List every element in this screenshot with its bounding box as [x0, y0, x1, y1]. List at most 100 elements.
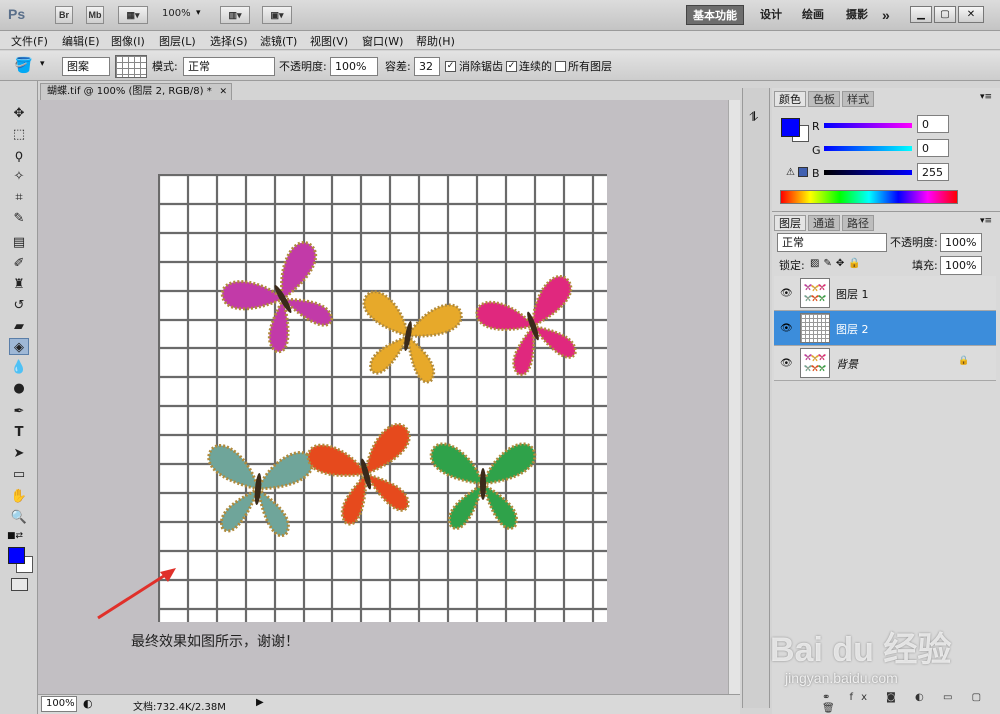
vertical-scrollbar[interactable] [728, 100, 740, 694]
crop-tool-icon[interactable]: ⌗ [9, 189, 29, 206]
marquee-tool-icon[interactable]: ⬚ [9, 126, 29, 143]
g-input[interactable]: 0 [917, 139, 949, 157]
healing-tool-icon[interactable]: ▤ [9, 234, 29, 251]
b-slider[interactable] [824, 170, 912, 175]
tab-paths[interactable]: 路径 [842, 215, 874, 231]
quick-select-tool-icon[interactable]: ✧ [9, 168, 29, 185]
menu-select[interactable]: 选择(S) [210, 33, 248, 49]
layer-opacity-input[interactable]: 100% [940, 233, 982, 252]
bridge-button[interactable]: Br [55, 6, 73, 24]
move-tool-icon[interactable]: ✥ [9, 105, 29, 122]
status-bar: 100% ◐ 文档:732.4K/2.38M ▶ [38, 694, 740, 714]
layer-name[interactable]: 背景 [836, 356, 858, 372]
antialias-checkbox[interactable]: ✓ [445, 61, 456, 72]
tab-color[interactable]: 颜色 [774, 91, 806, 107]
clone-stamp-tool-icon[interactable]: ♜ [9, 276, 29, 293]
zoom-tool-icon[interactable]: 🔍 [9, 509, 29, 526]
screen-mode-button[interactable]: ▣▾ [262, 6, 292, 24]
minimize-button[interactable]: ▁ [910, 6, 932, 23]
gamut-warning-icon[interactable]: ⚠ [786, 167, 795, 178]
pattern-picker[interactable] [115, 55, 147, 78]
butterfly [804, 354, 812, 361]
paint-bucket-tool-icon[interactable]: ◈ [9, 338, 29, 355]
layer-row-background[interactable]: 👁 背景 🔒 [774, 346, 996, 381]
eye-icon[interactable]: 👁 [780, 323, 793, 334]
workspace-design[interactable]: 设计 [754, 5, 788, 25]
butterfly [811, 295, 819, 302]
type-tool-icon[interactable]: T [9, 424, 29, 441]
blend-mode-select[interactable]: 正常 [777, 233, 887, 252]
menu-layer[interactable]: 图层(L) [159, 33, 196, 49]
tab-swatches[interactable]: 色板 [808, 91, 840, 107]
menu-edit[interactable]: 编辑(E) [62, 33, 100, 49]
fill-input[interactable]: 100% [940, 256, 982, 275]
maximize-button[interactable]: ▢ [934, 6, 956, 23]
blur-tool-icon[interactable]: 💧 [9, 359, 29, 376]
b-input[interactable]: 255 [917, 163, 949, 181]
tab-layers[interactable]: 图层 [774, 215, 806, 231]
menu-filter[interactable]: 滤镜(T) [260, 33, 297, 49]
default-colors-icon[interactable]: ■⇄ [7, 531, 23, 541]
view-extras-button[interactable]: ▦▾ [118, 6, 148, 24]
tab-styles[interactable]: 样式 [842, 91, 874, 107]
tab-channels[interactable]: 通道 [808, 215, 840, 231]
status-options-icon[interactable]: ◐ [83, 697, 93, 710]
contiguous-checkbox[interactable]: ✓ [506, 61, 517, 72]
hand-tool-icon[interactable]: ✋ [9, 488, 29, 505]
more-workspaces-button[interactable]: » [876, 5, 896, 25]
r-input[interactable]: 0 [917, 115, 949, 133]
layer-actions-icons[interactable]: ⚭ fx ◙ ◐ ▭ ▢ 🗑 [822, 692, 1000, 714]
color-ramp[interactable] [780, 190, 958, 204]
layer-row-2[interactable]: 👁 图层 2 [774, 311, 996, 346]
shape-tool-icon[interactable]: ▭ [9, 466, 29, 483]
tool-preset-chevron-icon[interactable]: ▾ [40, 59, 45, 69]
workspace-photography[interactable]: 摄影 [840, 5, 874, 25]
dodge-tool-icon[interactable]: ● [9, 380, 29, 397]
tolerance-input[interactable]: 32 [414, 57, 440, 76]
menu-help[interactable]: 帮助(H) [416, 33, 455, 49]
pen-tool-icon[interactable]: ✒ [9, 403, 29, 420]
arrange-documents-button[interactable]: ▥▾ [220, 6, 250, 24]
menu-image[interactable]: 图像(I) [111, 33, 145, 49]
menu-window[interactable]: 窗口(W) [362, 33, 403, 49]
mode-select[interactable]: 正常 [183, 57, 275, 76]
history-brush-tool-icon[interactable]: ↺ [9, 297, 29, 314]
layers-panel-menu-icon[interactable]: ▾≡ [980, 216, 992, 226]
fill-source-select[interactable]: 图案 [62, 57, 110, 76]
paint-bucket-icon[interactable]: 🪣 [14, 56, 33, 74]
lasso-tool-icon[interactable]: ϙ [9, 147, 29, 164]
layer-row-1[interactable]: 👁 图层 1 [774, 276, 996, 311]
workspace-essentials[interactable]: 基本功能 [686, 5, 744, 25]
close-button[interactable]: ✕ [958, 6, 984, 23]
gamut-swatch[interactable] [798, 167, 808, 177]
path-select-tool-icon[interactable]: ➤ [9, 445, 29, 462]
r-slider[interactable] [824, 123, 912, 128]
layer-name[interactable]: 图层 1 [836, 286, 869, 302]
minibridge-button[interactable]: Mb [86, 6, 104, 24]
menu-file[interactable]: 文件(F) [11, 33, 48, 49]
document-canvas[interactable] [158, 174, 607, 622]
brush-tool-icon[interactable]: ✐ [9, 255, 29, 272]
eye-icon[interactable]: 👁 [780, 288, 793, 299]
status-zoom-input[interactable]: 100% [41, 696, 77, 712]
opacity-input[interactable]: 100% [330, 57, 378, 76]
eyedropper-tool-icon[interactable]: ✎ [9, 210, 29, 227]
document-tab[interactable]: 蝴蝶.tif @ 100% (图层 2, RGB/8) * ✕ [40, 83, 232, 100]
chevron-down-icon[interactable]: ▾ [196, 8, 201, 18]
eraser-tool-icon[interactable]: ▰ [9, 318, 29, 335]
eye-icon[interactable]: 👁 [780, 358, 793, 369]
history-panel-icon[interactable]: ⥮ [749, 110, 758, 125]
lock-icons[interactable]: ▨✎✥🔒 [810, 258, 865, 269]
foreground-color-swatch[interactable] [8, 547, 25, 564]
g-slider[interactable] [824, 146, 912, 151]
color-fg-swatch[interactable] [781, 118, 800, 137]
workspace-painting[interactable]: 绘画 [796, 5, 830, 25]
status-menu-arrow-icon[interactable]: ▶ [256, 697, 264, 708]
layer-name[interactable]: 图层 2 [836, 321, 869, 337]
zoom-level-select[interactable]: 100% [162, 8, 191, 19]
all-layers-checkbox[interactable] [555, 61, 566, 72]
panel-menu-icon[interactable]: ▾≡ [980, 92, 992, 102]
menu-view[interactable]: 视图(V) [310, 33, 348, 49]
quick-mask-icon[interactable] [11, 578, 28, 591]
close-tab-icon[interactable]: ✕ [219, 84, 227, 100]
